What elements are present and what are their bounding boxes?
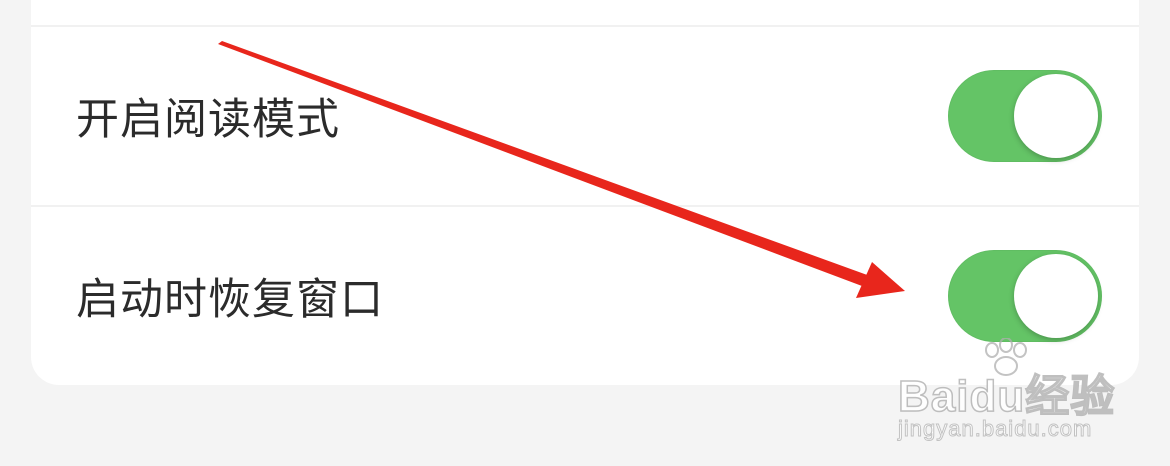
- setting-label-restore-windows: 启动时恢复窗口: [76, 275, 384, 325]
- settings-page: 开启阅读模式 启动时恢复窗口 Baidu经验 jingyan.baidu.com: [0, 0, 1170, 466]
- toggle-knob: [1014, 254, 1098, 338]
- baidu-url-text: jingyan.baidu.com: [897, 416, 1093, 442]
- restore-windows-toggle[interactable]: [948, 250, 1102, 342]
- toggle-knob: [1014, 74, 1098, 158]
- setting-label-reading-mode: 开启阅读模式: [76, 95, 340, 145]
- reading-mode-toggle[interactable]: [948, 70, 1102, 162]
